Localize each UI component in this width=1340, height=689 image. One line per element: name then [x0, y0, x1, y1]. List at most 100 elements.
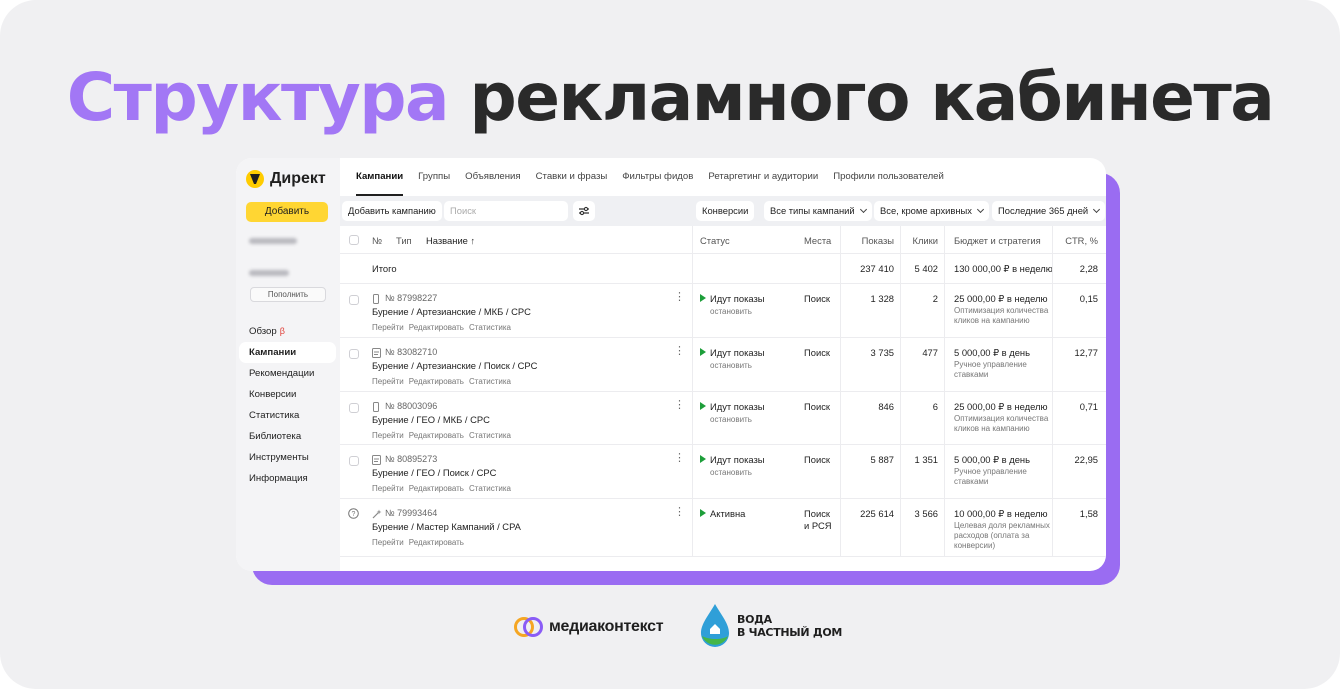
campaign-link[interactable]: Статистика — [469, 323, 511, 332]
campaign-link[interactable]: Редактировать — [409, 377, 464, 386]
tab[interactable]: Профили пользователей — [833, 158, 944, 196]
sidebar-item-label: Конверсии — [249, 389, 297, 400]
sidebar-item[interactable]: Инструменты — [239, 447, 336, 468]
direct-app-window: Директ Добавить Пополнить Обзор β Кампании… — [236, 158, 1106, 571]
tab[interactable]: Ретаргетинг и аудитории — [708, 158, 818, 196]
campaign-link[interactable]: Статистика — [469, 377, 511, 386]
sidebar-item[interactable]: Конверсии — [239, 384, 336, 405]
campaign-name[interactable]: Бурение / Артезианские / Поиск / CPC — [372, 360, 537, 371]
campaign-link[interactable]: Редактировать — [409, 538, 464, 547]
archive-filter-select[interactable]: Все, кроме архивных — [874, 201, 989, 221]
sidebar: Директ Добавить Пополнить Обзор β Кампании… — [236, 158, 340, 571]
row-checkbox[interactable] — [349, 403, 359, 413]
campaign-name[interactable]: Бурение / Артезианские / МКБ / CPC — [372, 306, 531, 317]
campaign-link[interactable]: Редактировать — [409, 323, 464, 332]
period-value: Последние 365 дней — [998, 205, 1089, 216]
row-checkbox[interactable] — [349, 456, 359, 466]
clicks: 477 — [922, 347, 938, 358]
campaign-id: № 80895273 — [385, 454, 438, 464]
play-icon — [700, 509, 706, 517]
campaign-name[interactable]: Бурение / ГЕО / Поиск / CPC — [372, 467, 496, 478]
col-shows[interactable]: Показы — [840, 235, 894, 246]
col-ctr[interactable]: CTR, % — [1052, 235, 1098, 246]
sidebar-item[interactable]: Библиотека — [239, 426, 336, 447]
help-icon[interactable]: ? — [348, 508, 359, 521]
sidebar-item[interactable]: Информация — [239, 468, 336, 489]
stop-link[interactable]: остановить — [710, 361, 752, 371]
col-clicks[interactable]: Клики — [900, 235, 938, 246]
shows: 1 328 — [870, 293, 894, 304]
more-menu-icon[interactable]: ⋮ — [674, 400, 685, 411]
row-checkbox-cell — [349, 295, 359, 305]
page-title: Структура рекламного кабинета — [0, 58, 1340, 138]
campaign-link[interactable]: Перейти — [372, 323, 404, 332]
rings-icon — [514, 616, 544, 638]
stop-link[interactable]: остановить — [710, 415, 752, 425]
conversions-button[interactable]: Конверсии — [696, 201, 755, 221]
budget: 5 000,00 ₽ в день — [954, 347, 1030, 358]
search-input[interactable]: Поиск — [444, 201, 568, 221]
more-menu-icon[interactable]: ⋮ — [674, 453, 685, 464]
sidebar-item[interactable]: Статистика — [239, 405, 336, 426]
table-row: № 83082710 Бурение / Артезианские / Поиск… — [340, 338, 1106, 392]
select-all-checkbox[interactable] — [349, 235, 359, 245]
logo[interactable]: Директ — [246, 170, 326, 188]
campaign-link[interactable]: Перейти — [372, 484, 404, 493]
more-menu-icon[interactable]: ⋮ — [674, 292, 685, 303]
mobile-icon — [372, 294, 380, 306]
total-ctr: 2,28 — [1079, 263, 1098, 274]
chevron-down-icon — [1093, 205, 1101, 214]
stop-link[interactable]: остановить — [710, 307, 752, 317]
sidebar-item[interactable]: Обзор β — [239, 321, 336, 342]
campaign-link[interactable]: Перейти — [372, 377, 404, 386]
account-login-redacted — [249, 238, 297, 244]
play-icon — [700, 455, 706, 463]
campaign-name[interactable]: Бурение / ГЕО / МКБ / CPC — [372, 414, 490, 425]
row-checkbox[interactable] — [349, 295, 359, 305]
campaign-link[interactable]: Статистика — [469, 484, 511, 493]
status: Идут показы — [700, 347, 765, 358]
clicks: 6 — [932, 401, 938, 412]
col-places[interactable]: Места — [804, 235, 831, 246]
shows: 225 614 — [860, 508, 894, 519]
campaign-link[interactable]: Статистика — [469, 431, 511, 440]
tab[interactable]: Фильтры фидов — [622, 158, 693, 196]
campaign-link[interactable]: Перейти — [372, 538, 404, 547]
stop-link[interactable]: остановить — [710, 468, 752, 478]
add-button[interactable]: Добавить — [246, 202, 328, 222]
archive-filter-value: Все, кроме архивных — [880, 205, 972, 216]
tab[interactable]: Ставки и фразы — [536, 158, 608, 196]
filter-settings-button[interactable] — [573, 201, 595, 221]
row-checkbox[interactable] — [349, 349, 359, 359]
tab[interactable]: Объявления — [465, 158, 521, 196]
campaign-link[interactable]: Перейти — [372, 431, 404, 440]
total-shows: 237 410 — [860, 263, 894, 274]
sidebar-item[interactable]: Кампании — [239, 342, 336, 363]
campaign-link[interactable]: Редактировать — [409, 431, 464, 440]
topup-button[interactable]: Пополнить — [250, 287, 326, 302]
tab[interactable]: Группы — [418, 158, 450, 196]
campaign-name[interactable]: Бурение / Мастер Кампаний / CPA — [372, 521, 521, 532]
col-status[interactable]: Статус — [700, 235, 730, 246]
places: Поиск и РСЯ — [804, 508, 832, 531]
shows: 5 887 — [870, 454, 894, 465]
places: Поиск — [804, 401, 830, 412]
places: Поиск — [804, 347, 830, 358]
sidebar-item-label: Информация — [249, 473, 308, 484]
more-menu-icon[interactable]: ⋮ — [674, 507, 685, 518]
col-name[interactable]: Название ↑ — [426, 235, 475, 246]
status-label: Идут показы — [710, 293, 765, 304]
col-budget[interactable]: Бюджет и стратегия — [954, 235, 1041, 246]
campaign-link[interactable]: Редактировать — [409, 484, 464, 493]
status-label: Идут показы — [710, 401, 765, 412]
budget: 25 000,00 ₽ в неделю — [954, 293, 1048, 304]
column-divider — [840, 226, 841, 557]
add-campaign-button[interactable]: Добавить кампанию — [342, 201, 442, 221]
status-label: Идут показы — [710, 454, 765, 465]
period-select[interactable]: Последние 365 дней — [992, 201, 1106, 221]
more-menu-icon[interactable]: ⋮ — [674, 346, 685, 357]
sidebar-item[interactable]: Рекомендации — [239, 363, 336, 384]
ctr: 0,71 — [1079, 401, 1098, 412]
tab[interactable]: Кампании — [356, 158, 404, 196]
campaign-types-select[interactable]: Все типы кампаний — [764, 201, 872, 221]
